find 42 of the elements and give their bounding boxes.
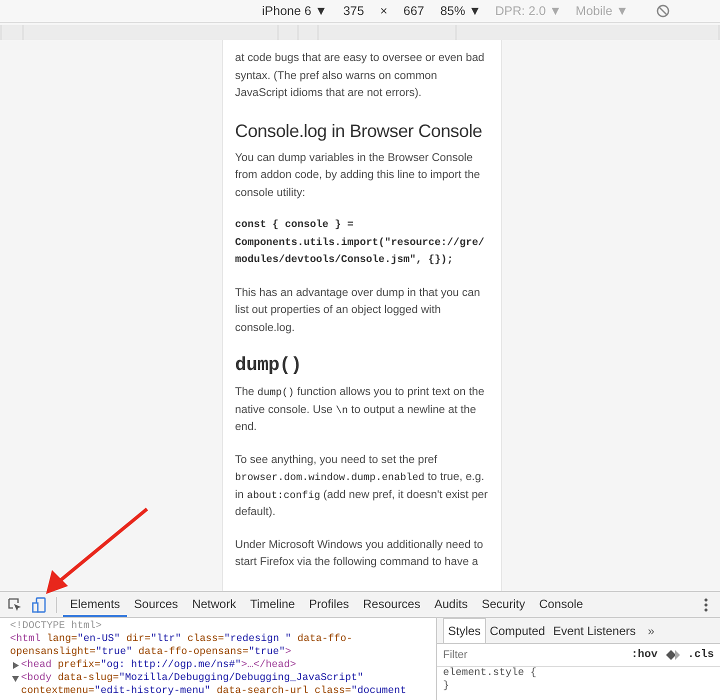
code-text: const { console } = Components.utils.import("resource://gre/modules/devtools/Console.jsm", {}); [235,218,486,268]
section-heading: Console.log in Browser Console [235,120,484,143]
collapsed-triangle-icon[interactable] [12,662,19,669]
hover-state-toggle[interactable]: :hov [631,649,658,661]
expanded-triangle-icon[interactable] [12,675,19,682]
device-select[interactable]: iPhone 6 ▼ [262,4,328,18]
paragraph: The dump() function allows you to print text on the native console. Use \n to output a newline at the end. [235,385,486,435]
panel-tab[interactable]: Sources [127,592,186,617]
class-toggle[interactable]: .cls [688,649,714,661]
section-heading: dump() [235,353,303,378]
paragraph: This has an advantage over dump in that you can list out properties of an object logged with console.log. [235,286,482,336]
menu-icon[interactable] [704,598,708,612]
times-sign: × [380,4,388,18]
inspect-icon[interactable] [8,598,22,612]
panel-tab[interactable]: Profiles [302,592,356,617]
more-tabs-button[interactable]: » [648,624,654,638]
sidebar-tab[interactable]: Styles [443,618,486,643]
device-mode-icon[interactable] [32,596,46,612]
width-field[interactable]: 375 [343,4,364,18]
rotate-icon[interactable] [656,4,670,18]
height-field[interactable]: 667 [403,4,424,18]
panel-tab[interactable]: Resources [356,592,428,617]
paragraph: Under Microsoft Windows you additionally need to start Firefox via the following command to have a [235,538,484,570]
dom-node[interactable]: <head prefix="og: http://ogp.me/ns#">…</head> [21,659,296,672]
dom-node[interactable]: <html lang="en-US" dir="ltr" class="redesign " data-ffo-opensanslight="true" data-ffo-opensans="true"> [10,633,436,659]
panel-tab[interactable]: Audits [427,592,475,617]
panel-tab[interactable]: Security [474,592,532,617]
panel-tab[interactable]: Timeline [243,592,302,617]
style-rule-text: } [442,680,450,693]
paragraph: You can dump variables in the Browser Console from addon code, by adding this line to import the console utility: [235,150,482,200]
sidebar-tab[interactable]: Event Listeners [549,618,640,642]
paragraph: at code bugs that are easy to oversee or even bad syntax. (The pref also warns on common JavaScript idioms that are not errors). [235,51,486,101]
panel-tab[interactable]: Console [532,592,590,617]
paragraph: To see anything, you need to set the pref browser.dom.window.dump.enabled to true, e.g. in about:config (add new pref, it doesn't exist per default). [235,452,489,520]
panel-tab[interactable]: Network [185,592,244,617]
filter-field[interactable]: Filter [443,649,624,661]
sidebar-tab[interactable]: Computed [486,618,550,642]
zoom-select[interactable]: 85% ▼ [440,4,482,18]
style-rule-text: element.style { [442,667,538,680]
color-format-icon[interactable] [666,650,680,660]
panel-tab[interactable]: Elements [63,592,128,617]
dom-node[interactable]: <body data-slug="Mozilla/Debugging/Debugging_JavaScript" contextmenu="edit-history-menu" data-search-url class="document [21,672,436,698]
